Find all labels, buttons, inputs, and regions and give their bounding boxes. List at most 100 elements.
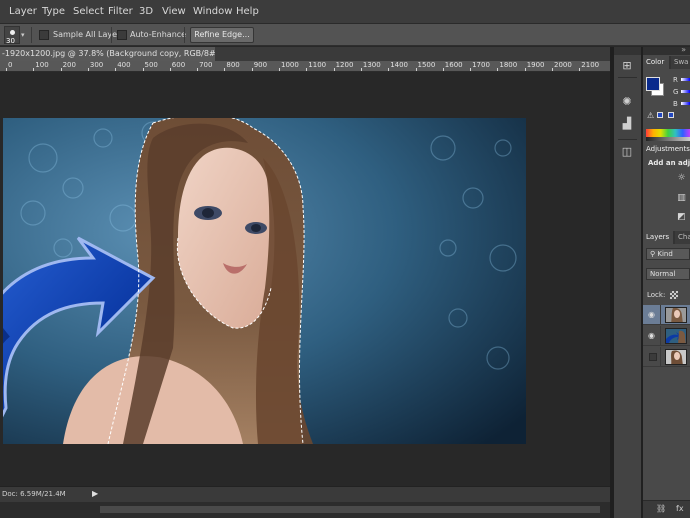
menu-type[interactable]: Type: [42, 6, 65, 17]
channel-r-slider[interactable]: [681, 78, 690, 81]
layer-row[interactable]: ◉: [643, 305, 690, 325]
fx-icon[interactable]: fx: [676, 504, 684, 513]
visibility-toggle[interactable]: [643, 347, 661, 367]
menu-select[interactable]: Select: [73, 6, 104, 17]
menu-filter[interactable]: Filter: [108, 6, 133, 17]
channel-b-slider[interactable]: [681, 102, 690, 105]
auto-enhance-checkbox[interactable]: [117, 30, 127, 40]
refine-edge-button[interactable]: Refine Edge...: [190, 27, 254, 43]
link-icon[interactable]: ⛓: [656, 504, 666, 513]
divider: [184, 27, 185, 43]
menu-help[interactable]: Help: [236, 6, 259, 17]
divider: [31, 27, 32, 43]
auto-enhance-label: Auto-Enhance: [130, 30, 187, 39]
ruler-tick-label: 400: [117, 61, 131, 69]
layer-row[interactable]: [643, 347, 690, 367]
visibility-toggle[interactable]: ◉: [643, 326, 661, 346]
blend-mode-dropdown[interactable]: Normal: [646, 268, 690, 280]
collapse-icon[interactable]: »: [681, 47, 686, 54]
ruler-tick-label: 1600: [444, 61, 463, 69]
gear-icon[interactable]: ✺: [620, 95, 634, 109]
tab-adjustments[interactable]: Adjustments: [643, 143, 690, 156]
brush-dot-icon: [10, 30, 15, 35]
ruler-tick-label: 1800: [499, 61, 518, 69]
visibility-checkbox[interactable]: [649, 353, 657, 361]
ruler-tick-label: 900: [253, 61, 268, 69]
brightness-icon[interactable]: ☼: [676, 173, 687, 184]
layer-thumbnail-image: [666, 308, 686, 322]
eye-icon[interactable]: ◉: [648, 310, 655, 319]
divider: [111, 27, 112, 43]
visibility-toggle[interactable]: ◉: [643, 305, 661, 325]
web-safe-swatch[interactable]: [657, 112, 663, 118]
layer-row[interactable]: ◉: [643, 326, 690, 346]
adjustments-hint: Add an adju: [648, 159, 690, 167]
sample-all-layers-label: Sample All Layers: [53, 30, 125, 39]
collapsed-panel-column: ⊞ ✺ ▟ ◫: [614, 47, 641, 518]
status-menu-arrow-icon[interactable]: ▶: [92, 489, 98, 498]
channel-b-label: B: [673, 100, 678, 108]
menu-3d[interactable]: 3D: [139, 6, 153, 17]
ruler-tick-label: 500: [144, 61, 158, 69]
layer-thumbnail-image: [666, 350, 686, 364]
menu-layer[interactable]: Layer: [9, 6, 37, 17]
divider: [618, 77, 637, 78]
levels-icon[interactable]: ▥: [676, 193, 687, 204]
ruler-tick-label: 700: [199, 61, 213, 69]
tab-channels[interactable]: Cha: [675, 231, 690, 244]
ruler-tick-label: 1900: [526, 61, 545, 69]
divider: [618, 139, 637, 140]
curves-icon[interactable]: ◩: [676, 212, 687, 223]
tab-strip: [215, 47, 610, 61]
layer-thumbnail: [665, 349, 687, 365]
document-image[interactable]: [3, 118, 526, 444]
ruler-tick-label: 1000: [281, 61, 299, 69]
grayscale-ramp[interactable]: [646, 137, 690, 141]
portrait-photo: [3, 118, 526, 444]
document-size: Doc: 6.59M/21.4M: [2, 490, 66, 498]
panel-column-header[interactable]: [614, 47, 641, 55]
panel-collapse-bar[interactable]: »: [643, 47, 690, 55]
histogram-icon[interactable]: ▟: [620, 117, 634, 131]
channel-g-label: G: [673, 88, 679, 96]
ruler-tick-label: 1100: [308, 61, 327, 69]
tab-layers[interactable]: Layers: [643, 231, 673, 244]
menu-view[interactable]: View: [162, 6, 186, 17]
ruler-tick-label: 600: [171, 61, 186, 69]
gamut-warning-icon[interactable]: ⚠: [647, 111, 654, 120]
options-bar: 30 ▾ Sample All Layers Auto-Enhance Refi…: [0, 24, 690, 46]
tab-swatches[interactable]: Swa: [671, 56, 690, 69]
color-spectrum[interactable]: [646, 129, 690, 137]
sample-all-layers-checkbox[interactable]: [39, 30, 49, 40]
brush-preset-picker[interactable]: 30: [4, 26, 20, 45]
horizontal-ruler: 0 100 200 300 400 500 600 700 800 900 1000 1100 1200…: [0, 61, 610, 72]
menu-window[interactable]: Window: [193, 6, 232, 17]
tab-color[interactable]: Color: [643, 56, 669, 69]
horizontal-scrollbar[interactable]: [0, 502, 610, 518]
channel-g-slider[interactable]: [681, 90, 690, 93]
ruler-tick-label: 2000: [554, 61, 572, 69]
foreground-color-swatch[interactable]: [646, 77, 660, 91]
layer-thumbnail: [665, 307, 687, 323]
lock-transparency-icon[interactable]: [670, 291, 678, 299]
scrollbar-thumb[interactable]: [100, 506, 600, 513]
document-title: -1920x1200.jpg @ 37.8% (Background copy,…: [2, 49, 215, 58]
brush-size-value: 30: [6, 37, 15, 45]
blend-mode-value: Normal: [650, 270, 676, 278]
gamut-swatch[interactable]: [668, 112, 674, 118]
history-icon[interactable]: ⊞: [620, 59, 634, 73]
menu-bar: Layer Type Select Filter 3D View Window …: [0, 0, 690, 24]
status-bar: Doc: 6.59M/21.4M ▶: [0, 486, 610, 502]
ruler-tick-label: 300: [89, 61, 104, 69]
ruler-tick-label: 1200: [335, 61, 354, 69]
chevron-down-icon[interactable]: ▾: [21, 31, 25, 39]
layer-thumbnail-image: [666, 329, 686, 343]
ruler-tick-label: 1500: [417, 61, 436, 69]
eye-icon[interactable]: ◉: [648, 331, 655, 340]
document-tab[interactable]: -1920x1200.jpg @ 37.8% (Background copy,…: [0, 47, 215, 61]
layer-filter-dropdown[interactable]: ⚲ Kind: [646, 248, 690, 260]
ruler-tick-label: 1300: [362, 61, 381, 69]
layer-thumbnail: [665, 328, 687, 344]
ruler-tick-label: 200: [62, 61, 76, 69]
layers-icon[interactable]: ◫: [620, 145, 634, 159]
